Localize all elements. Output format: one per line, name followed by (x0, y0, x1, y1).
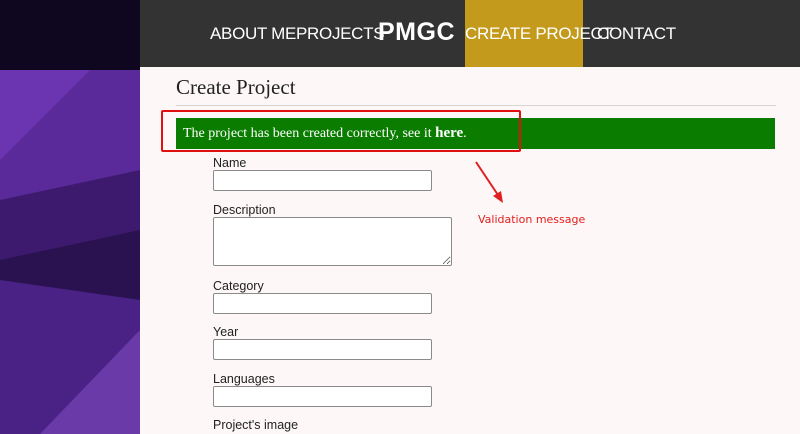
top-nav: ABOUT ME PROJECTS PMGC CREATE PROJECT CO… (140, 0, 800, 67)
brand-logo[interactable]: PMGC (378, 0, 455, 67)
project-image-label: Project's image (213, 418, 299, 432)
annotation-highlight-box (161, 110, 521, 152)
year-label: Year (213, 325, 239, 339)
nav-contact[interactable]: CONTACT (597, 0, 676, 67)
nav-projects[interactable]: PROJECTS (296, 0, 385, 67)
languages-input[interactable] (213, 386, 432, 407)
languages-label: Languages (213, 372, 275, 386)
nav-about-me[interactable]: ABOUT ME (210, 0, 296, 67)
page-title: Create Project (176, 75, 296, 99)
annotation-arrow-icon (475, 161, 503, 203)
nav-create-project[interactable]: CREATE PROJECT (465, 0, 613, 67)
annotation-label: Validation message (478, 213, 586, 226)
name-label: Name (213, 156, 247, 170)
title-divider (176, 105, 776, 106)
description-label: Description (213, 203, 276, 217)
category-label: Category (213, 279, 264, 293)
year-input[interactable] (213, 339, 432, 360)
name-input[interactable] (213, 170, 432, 191)
description-textarea[interactable] (213, 217, 452, 266)
category-input[interactable] (213, 293, 432, 314)
